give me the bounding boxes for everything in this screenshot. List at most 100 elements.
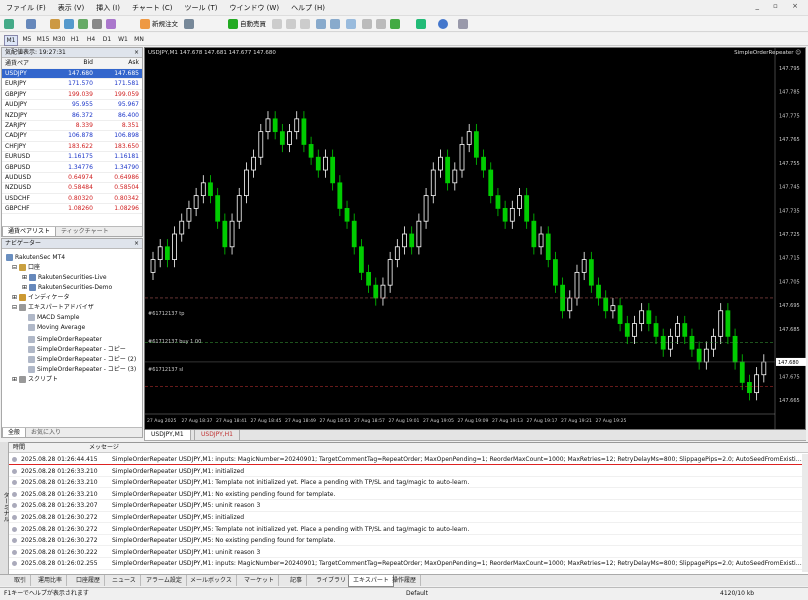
autoscroll-icon[interactable]: [362, 19, 372, 29]
terminal-tab[interactable]: アラーム設定: [142, 575, 187, 586]
nav-ea-macd[interactable]: MACD Sample: [28, 313, 79, 322]
close-icon[interactable]: ×: [134, 48, 139, 58]
quote-row[interactable]: CADJPY 106.878 106.898: [2, 130, 142, 142]
metaeditor-icon[interactable]: [184, 19, 194, 29]
terminal-tab[interactable]: 口座履歴: [72, 575, 106, 586]
nav-ea-sor-copy3[interactable]: SimpleOrderRepeater - コピー (3): [28, 365, 136, 374]
zoom-out-icon[interactable]: [330, 19, 340, 29]
indicator-list-icon[interactable]: [416, 19, 426, 29]
menu-insert[interactable]: 挿入 (I): [90, 0, 126, 16]
data-window-icon[interactable]: [64, 19, 74, 29]
tf-m30[interactable]: M30: [52, 35, 66, 44]
tf-m15[interactable]: M15: [36, 35, 50, 44]
chart-tab-m1[interactable]: USDJPY,M1: [144, 430, 191, 441]
indicators-icon[interactable]: [390, 19, 400, 29]
nav-account-demo[interactable]: ⊞ RakutenSecurities-Demo: [22, 283, 112, 292]
nav-indicators[interactable]: ⊞ インディケータ: [12, 293, 70, 302]
menu-chart[interactable]: チャート (C): [126, 0, 179, 16]
col-message[interactable]: メッセージ: [89, 443, 119, 453]
tf-d1[interactable]: D1: [100, 35, 114, 44]
quote-row[interactable]: AUDUSD 0.64974 0.64986: [2, 172, 142, 184]
tab-symbols[interactable]: 通貨ペアリスト: [2, 227, 57, 237]
tester-icon[interactable]: [106, 19, 116, 29]
log-row[interactable]: 2025.08.28 01:26:30.272 SimpleOrderRepeat…: [9, 524, 808, 535]
nav-ea-ma[interactable]: Moving Average: [28, 323, 85, 332]
tf-h1[interactable]: H1: [68, 35, 82, 44]
tf-mn[interactable]: MN: [132, 35, 146, 44]
nav-experts[interactable]: ⊟ エキスパートアドバイザ: [12, 303, 94, 312]
log-row[interactable]: 2025.08.28 01:26:33.207 SimpleOrderRepeat…: [9, 500, 808, 512]
zoom-in-icon[interactable]: [316, 19, 326, 29]
templates-icon[interactable]: [458, 19, 468, 29]
quote-row[interactable]: USDCHF 0.80320 0.80342: [2, 193, 142, 204]
close-icon[interactable]: ×: [134, 239, 139, 249]
terminal-tab[interactable]: メールボックス: [186, 575, 237, 586]
quote-row[interactable]: AUDJPY 95.955 95.967: [2, 99, 142, 111]
nav-ea-sor-copy[interactable]: SimpleOrderRepeater - コピー: [28, 345, 126, 354]
quote-row[interactable]: ZARJPY 8.339 8.351: [2, 120, 142, 132]
quote-row[interactable]: NZDUSD 0.58484 0.58504: [2, 182, 142, 194]
log-row[interactable]: 2025.08.28 01:26:30.222 SimpleOrderRepeat…: [9, 547, 808, 558]
terminal-icon[interactable]: [92, 19, 102, 29]
tf-w1[interactable]: W1: [116, 35, 130, 44]
new-chart-icon[interactable]: [4, 19, 14, 29]
quote-row[interactable]: EURJPY 171.570 171.581: [2, 78, 142, 90]
quote-row[interactable]: GBPCHF 1.08260 1.08296: [2, 203, 142, 215]
tf-m1[interactable]: M1: [4, 35, 18, 46]
tf-h4[interactable]: H4: [84, 35, 98, 44]
chart-tab-h1[interactable]: USDJPY,H1: [194, 430, 240, 441]
periods-icon[interactable]: [438, 19, 448, 29]
col-bid[interactable]: Bid: [49, 58, 96, 69]
terminal-tab[interactable]: ライブラリ: [312, 575, 352, 586]
col-time[interactable]: 時間: [13, 443, 25, 453]
line-chart-icon[interactable]: [300, 19, 310, 29]
terminal-tab[interactable]: 取引: [10, 575, 32, 586]
chart-area[interactable]: 147.795 147.785 147.775 147.765 147.755 147.7…: [144, 47, 807, 431]
quote-row[interactable]: USDJPY 147.680 147.685: [2, 68, 142, 80]
col-pair[interactable]: 通貨ペア: [2, 58, 50, 69]
terminal-tab[interactable]: 操作履歴: [388, 575, 422, 586]
chart-shift-icon[interactable]: [376, 19, 386, 29]
menu-window[interactable]: ウインドウ (W): [223, 0, 285, 16]
nav-accounts[interactable]: ⊟ 口座: [12, 263, 40, 272]
terminal-tab[interactable]: 運用比率: [34, 575, 68, 586]
tile-windows-icon[interactable]: [346, 19, 356, 29]
price-chart[interactable]: 147.795 147.785 147.775 147.765 147.755 147.7…: [145, 48, 807, 431]
auto-trading-icon[interactable]: [228, 19, 238, 29]
window-controls[interactable]: _ ▫ ×: [755, 2, 804, 10]
tab-favorites[interactable]: お気に入り: [26, 428, 66, 437]
auto-trading-button[interactable]: 自動売買: [240, 19, 266, 29]
terminal-tab[interactable]: ニュース: [108, 575, 141, 586]
tab-tick-chart[interactable]: ティックチャート: [56, 227, 114, 236]
tf-m5[interactable]: M5: [20, 35, 34, 44]
candle-chart-icon[interactable]: [286, 19, 296, 29]
new-order-icon[interactable]: [140, 19, 150, 29]
ea-label[interactable]: SimpleOrderRepeater ☺: [734, 50, 801, 56]
nav-root[interactable]: RakutenSec MT4: [6, 253, 65, 262]
quote-row[interactable]: EURUSD 1.16175 1.16181: [2, 151, 142, 163]
terminal-tab[interactable]: マーケット: [240, 575, 280, 586]
quote-row[interactable]: NZDJPY 86.372 86.400: [2, 109, 142, 121]
log-row[interactable]: 2025.08.28 01:26:33.210 SimpleOrderRepeat…: [9, 477, 808, 489]
log-row[interactable]: 2025.08.28 01:26:30.272 SimpleOrderRepeat…: [9, 512, 808, 524]
nav-account-live[interactable]: ⊞ RakutenSecurities-Live: [22, 273, 107, 282]
terminal-tab[interactable]: 記事: [286, 575, 308, 586]
quote-row[interactable]: CHFJPY 183.622 183.650: [2, 141, 142, 153]
log-row[interactable]: 2025.08.28 01:26:02.255 SimpleOrderRepeat…: [9, 558, 808, 570]
quote-row[interactable]: GBPJPY 199.039 199.059: [2, 89, 142, 101]
col-ask[interactable]: Ask: [95, 58, 142, 69]
menu-help[interactable]: ヘルプ (H): [285, 0, 331, 16]
tab-general[interactable]: 全般: [2, 428, 27, 438]
nav-ea-sor[interactable]: SimpleOrderRepeater: [28, 335, 102, 344]
nav-scripts[interactable]: ⊞ スクリプト: [12, 375, 58, 384]
terminal-side-tab[interactable]: ターミナル: [0, 442, 9, 574]
quote-row[interactable]: GBPUSD 1.34776 1.34790: [2, 161, 142, 173]
log-row[interactable]: 2025.08.28 01:26:33.210 SimpleOrderRepeat…: [9, 466, 808, 477]
log-scrollbar[interactable]: [802, 454, 808, 572]
menu-file[interactable]: ファイル (F): [0, 0, 52, 16]
profiles-icon[interactable]: [26, 19, 36, 29]
new-order-button[interactable]: 新規注文: [152, 19, 178, 29]
menu-tools[interactable]: ツール (T): [178, 0, 223, 16]
menu-view[interactable]: 表示 (V): [52, 0, 90, 16]
log-row[interactable]: 2025.08.28 01:26:30.272 SimpleOrderRepeat…: [9, 535, 808, 547]
